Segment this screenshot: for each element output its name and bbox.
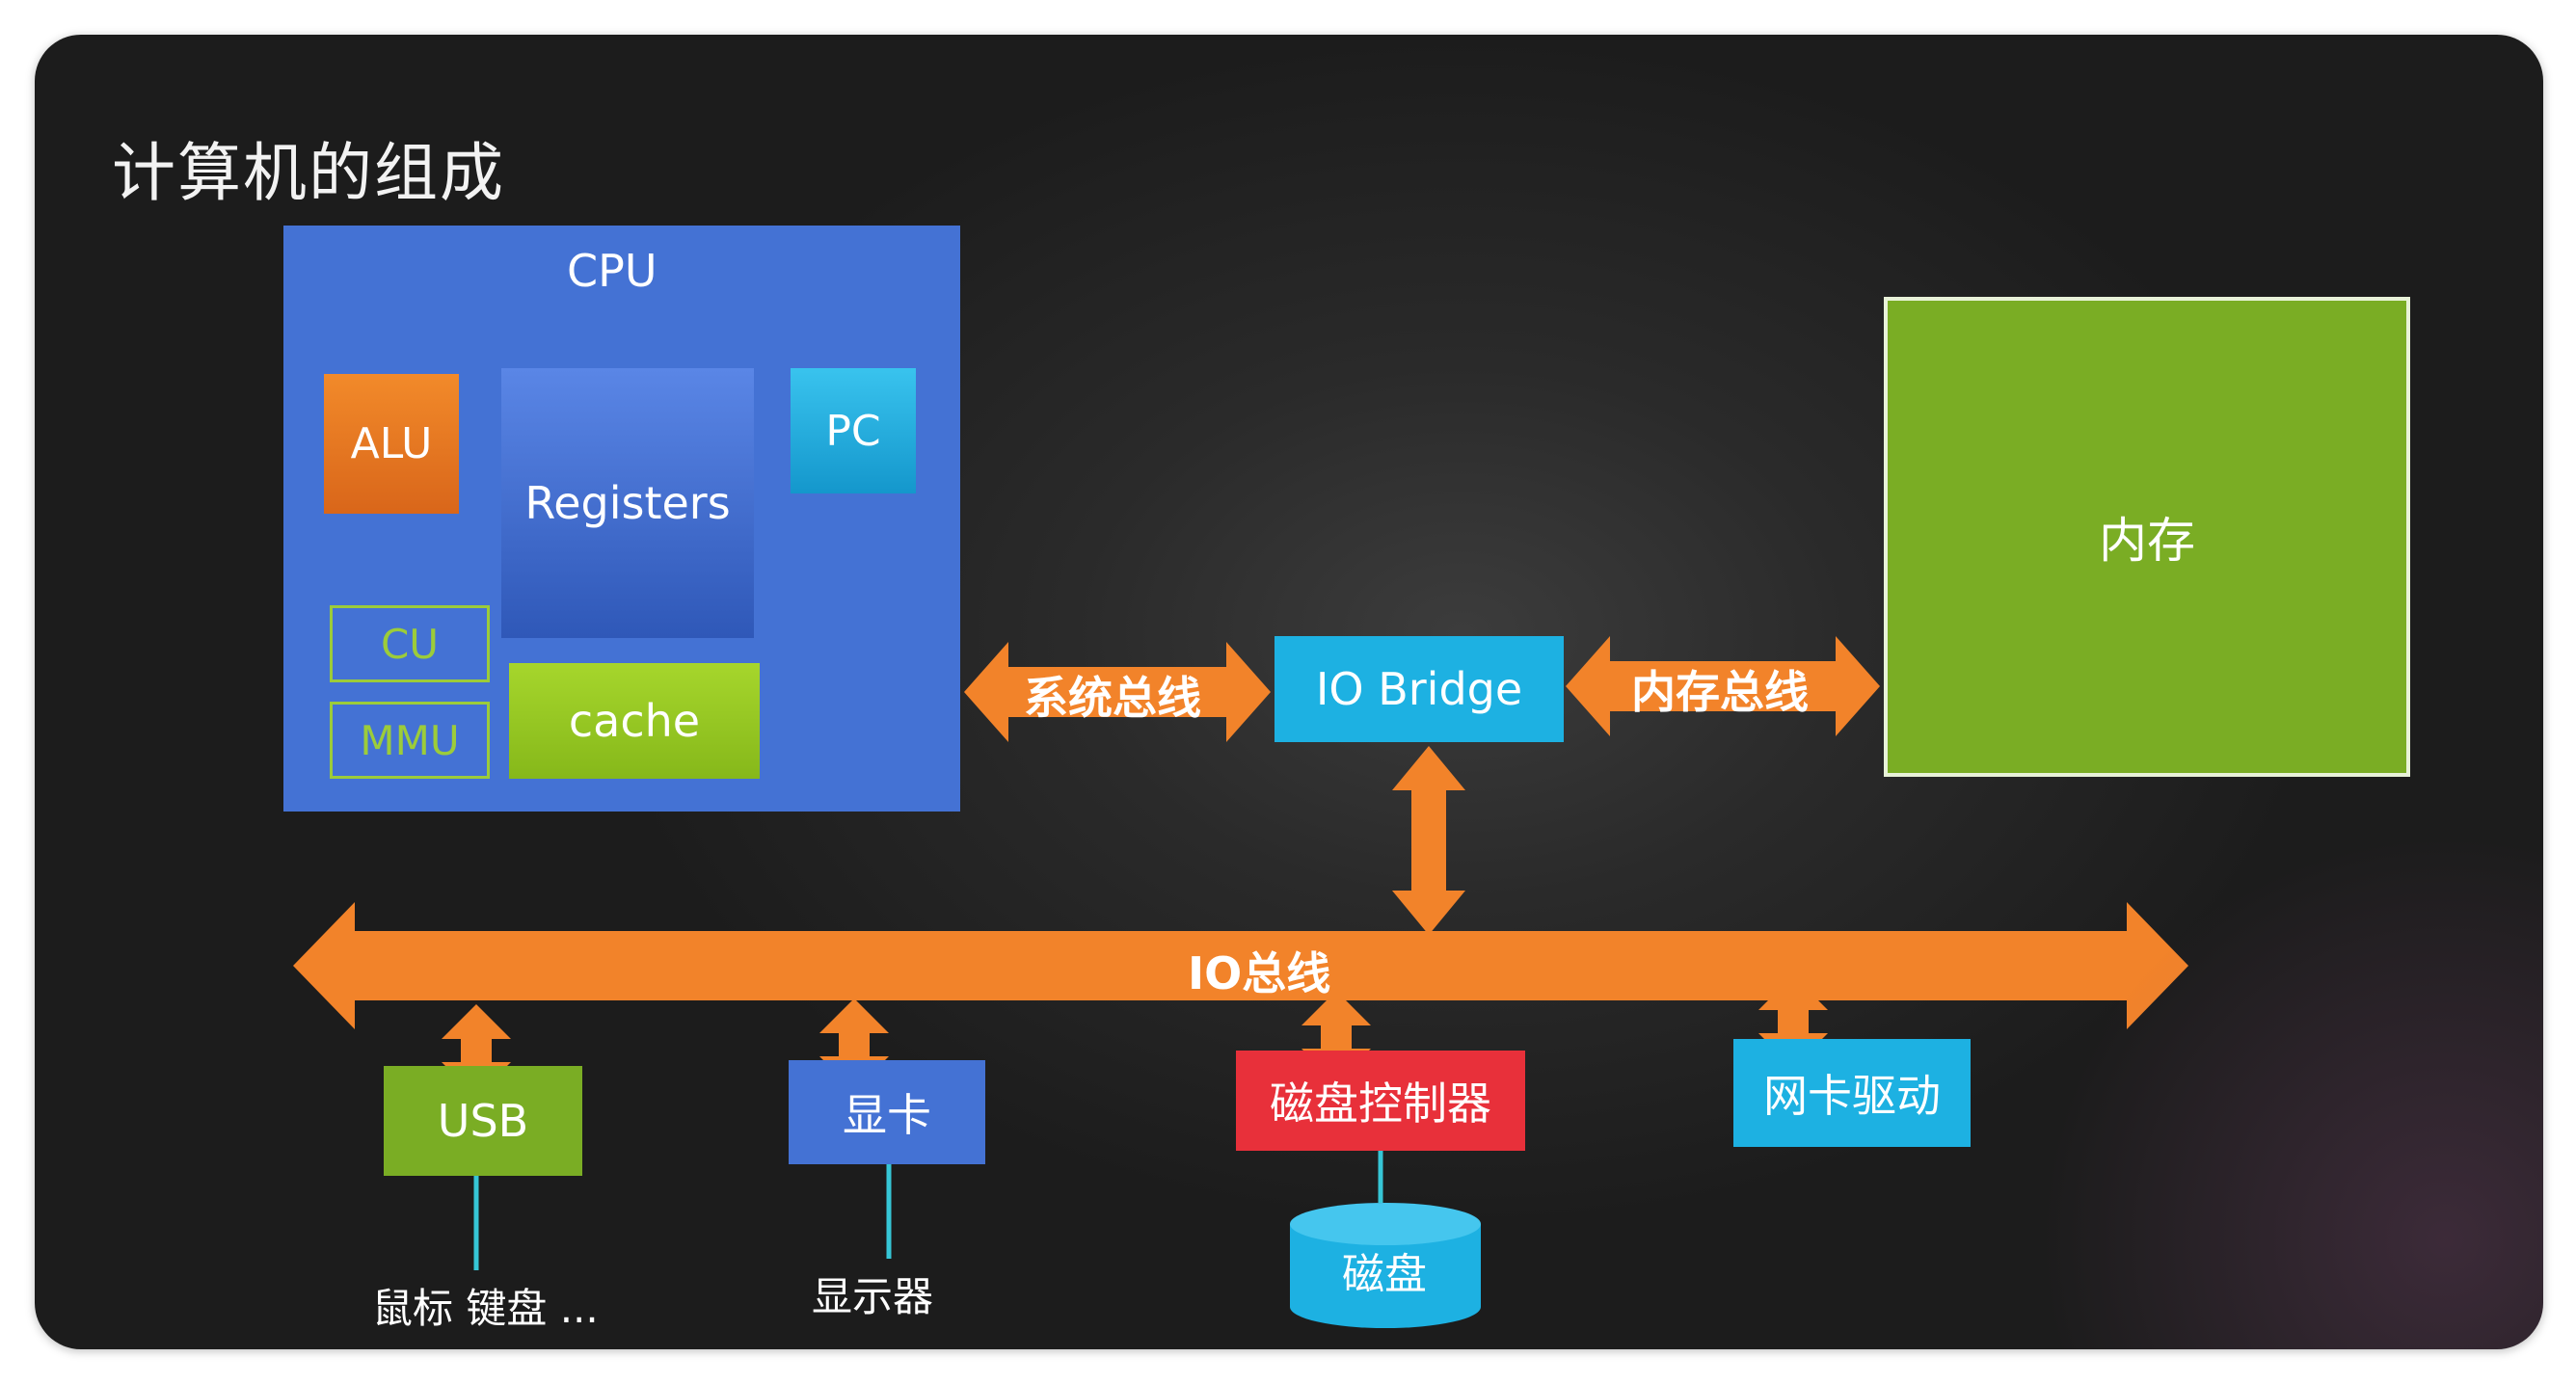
cu-box: CU: [330, 605, 490, 682]
disk-controller-arrow: [1301, 991, 1371, 1083]
gpu-box: 显卡: [789, 1060, 985, 1164]
diagram-canvas: 计算机的组成 CPU ALU Registers PC CU MMU cache…: [35, 35, 2543, 1349]
io-bus-arrow: [293, 902, 2188, 1029]
cpu-label: CPU: [567, 245, 657, 297]
mmu-box: MMU: [330, 702, 490, 779]
memory-bus-label: 内存总线: [1631, 666, 1809, 718]
nic-arrow: [1758, 975, 1828, 1068]
alu-box: ALU: [324, 374, 459, 514]
bus-arrows: [293, 636, 2188, 1270]
system-bus-arrow: [964, 642, 1271, 742]
system-bus-label: 系统总线: [1024, 672, 1201, 724]
registers-box: Registers: [501, 368, 754, 638]
disk-controller-box: 磁盘控制器: [1236, 1051, 1525, 1151]
usb-arrow: [442, 1004, 511, 1097]
memory-bus-arrow: [1566, 636, 1880, 736]
display-label: 显示器: [812, 1273, 934, 1320]
disk-cylinder: [1290, 1203, 1481, 1328]
diagram-title: 计算机的组成: [112, 136, 505, 210]
disk-label: 磁盘: [1342, 1250, 1427, 1299]
nic-box: 网卡驱动: [1733, 1039, 1971, 1147]
peripherals-label: 鼠标 键盘 ...: [372, 1285, 599, 1332]
io-bus-label: IO总线: [1188, 947, 1331, 999]
gpu-arrow: [819, 998, 889, 1091]
bridge-io-arrow: [1392, 746, 1465, 935]
pc-box: PC: [791, 368, 916, 493]
cache-box: cache: [509, 663, 760, 779]
memory-box: 内存: [1884, 297, 2410, 777]
io-bridge-box: IO Bridge: [1275, 636, 1564, 742]
usb-box: USB: [384, 1066, 582, 1176]
cpu-block: [283, 226, 960, 812]
